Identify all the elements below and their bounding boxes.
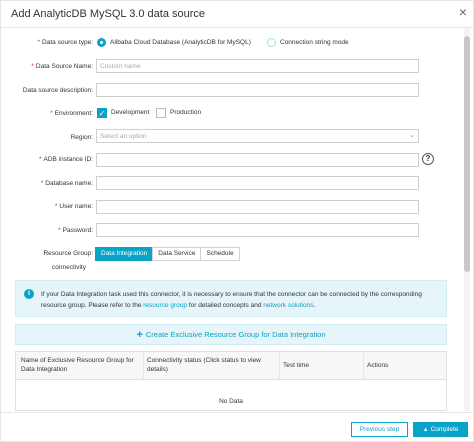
complete-button[interactable]: ▲ Complete (413, 422, 468, 437)
password-label: * Password: (58, 227, 93, 234)
data-source-name-label: * Data Source Name: (31, 63, 93, 70)
complete-button-label: Complete (430, 426, 459, 433)
region-label: Region: (70, 134, 93, 141)
create-button-label: Create Exclusive Resource Group for Data… (145, 330, 326, 339)
environment-production-label[interactable]: Production (170, 109, 201, 116)
adb-instance-id-input[interactable] (96, 153, 419, 167)
info-banner: i If your Data Integration task used thi… (15, 280, 447, 317)
column-header-connectivity: Connectivity status (Click status to vie… (147, 357, 261, 373)
create-exclusive-resource-group-button[interactable]: + Create Exclusive Resource Group for Dat… (15, 324, 447, 345)
tab-data-integration[interactable]: Data Integration (95, 247, 154, 261)
info-text-part: for detailed concepts and (187, 302, 264, 309)
resource-group-label-line2: connectivity (52, 264, 86, 271)
plus-icon: + (136, 329, 143, 341)
resource-group-link[interactable]: resource group (143, 302, 187, 309)
environment-production-checkbox[interactable] (156, 108, 166, 118)
divider (1, 412, 474, 413)
network-solutions-link[interactable]: network solutions (263, 302, 313, 309)
password-input[interactable] (96, 223, 419, 237)
scrollbar-thumb[interactable] (464, 36, 470, 272)
chevron-down-icon: ⌄ (409, 132, 415, 139)
column-header-actions: Actions (367, 362, 389, 369)
info-icon: i (24, 289, 34, 299)
radio-connection-string[interactable] (267, 38, 276, 47)
dialog-title: Add AnalyticDB MySQL 3.0 data source (11, 8, 206, 20)
check-icon: ✓ (98, 109, 106, 118)
column-header-test-time: Test time (283, 362, 310, 369)
radio-alibaba-cloud[interactable] (97, 38, 106, 47)
data-source-name-input[interactable]: Custom name (96, 59, 419, 73)
environment-development-label[interactable]: Development (111, 109, 149, 116)
column-header-name: Name of Exclusive Resource Group for Dat… (21, 357, 134, 373)
tab-data-service[interactable]: Data Service (152, 247, 202, 261)
data-source-description-input[interactable] (96, 83, 419, 97)
environment-label: * Environment: (50, 110, 93, 117)
scrollbar[interactable] (464, 28, 470, 411)
database-name-input[interactable] (96, 176, 419, 190)
radio-connection-string-label[interactable]: Connection string mode (280, 39, 349, 46)
previous-step-button[interactable]: Previous step (351, 422, 408, 437)
close-icon[interactable]: × (459, 5, 467, 19)
info-text: If your Data Integration task used this … (41, 289, 441, 311)
region-placeholder: Select an option (100, 133, 147, 140)
info-text-part: . (313, 302, 316, 309)
radio-alibaba-cloud-label[interactable]: Alibaba Cloud Database (AnalyticDB for M… (110, 39, 251, 46)
resource-group-tabs: Data Integration Data Service Schedule (95, 247, 240, 261)
table-header: Name of Exclusive Resource Group for Dat… (16, 352, 446, 380)
column-divider (279, 352, 280, 380)
data-source-description-label: Data source description: (22, 87, 93, 94)
data-source-type-label: * Data source type: (37, 39, 93, 46)
environment-development-checkbox[interactable]: ✓ (97, 108, 107, 118)
resource-group-label: Resource Group: (43, 250, 93, 257)
adb-instance-id-label: * ADB instance ID: (38, 156, 93, 163)
database-name-label: * Database name: (40, 180, 93, 187)
column-divider (143, 352, 144, 380)
add-data-source-dialog: Add AnalyticDB MySQL 3.0 data source × *… (0, 0, 474, 442)
help-icon[interactable]: ? (422, 153, 434, 165)
region-select[interactable]: Select an option ⌄ (96, 129, 419, 143)
user-name-input[interactable] (96, 200, 419, 214)
user-name-label: * User name: (54, 203, 93, 210)
resource-group-table: Name of Exclusive Resource Group for Dat… (15, 351, 447, 411)
warning-icon: ▲ (422, 427, 429, 433)
column-divider (363, 352, 364, 380)
empty-state-text: No Data (219, 398, 243, 405)
tab-schedule[interactable]: Schedule (200, 247, 240, 261)
